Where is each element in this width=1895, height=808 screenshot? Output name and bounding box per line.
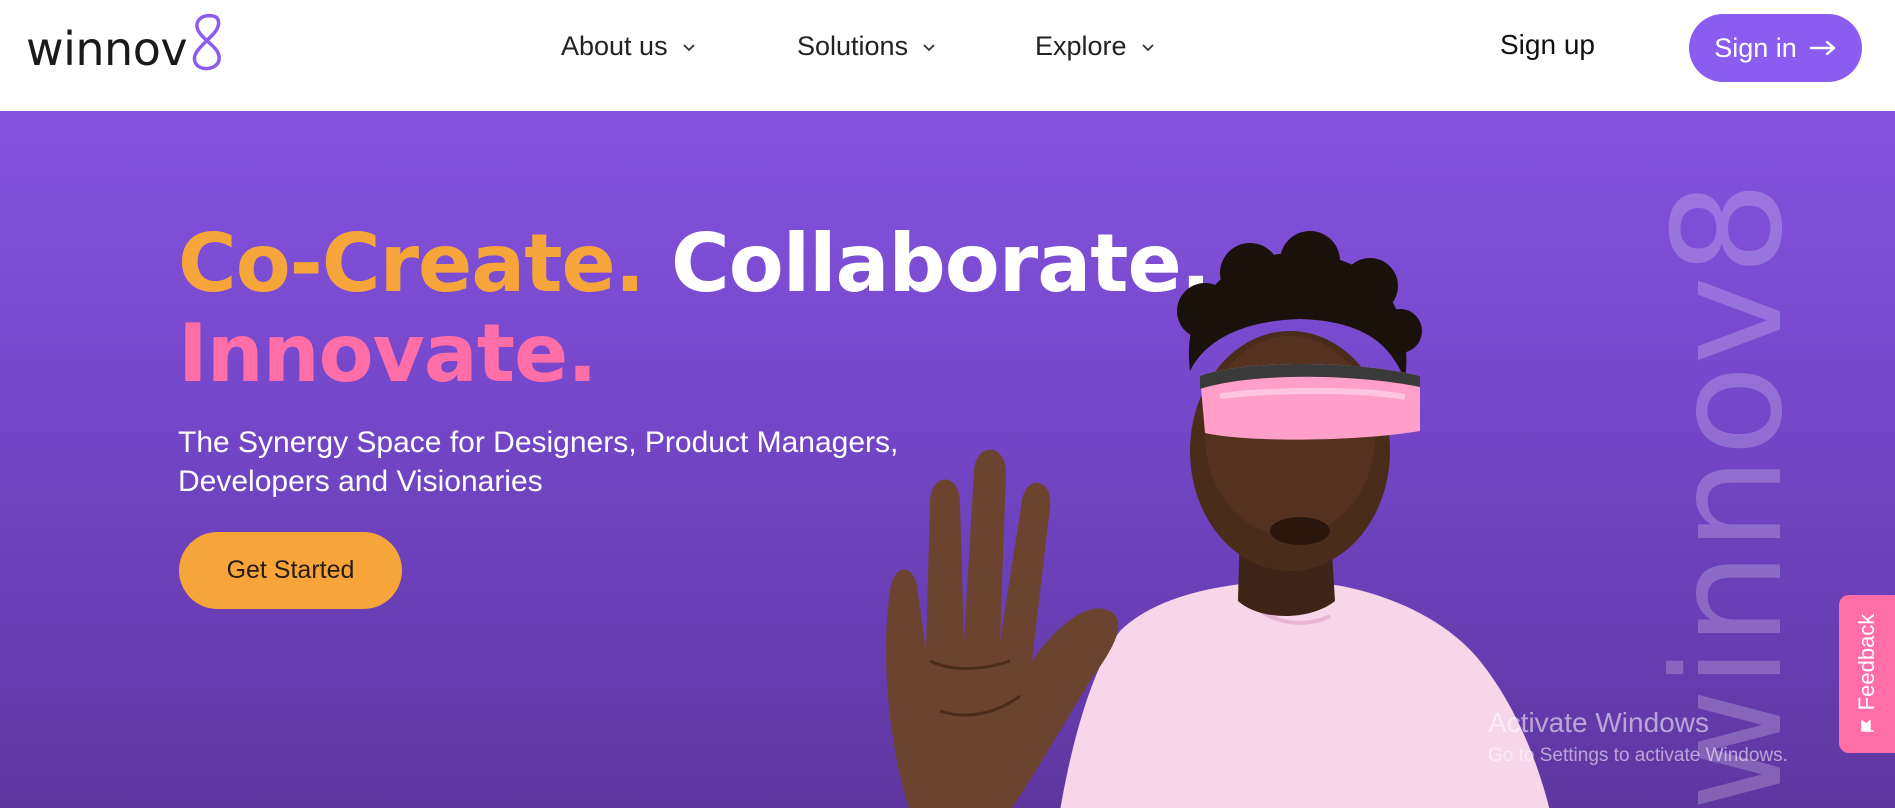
- hero-section: winnov8 Co-Create. Collaborate. Innovate…: [0, 111, 1895, 808]
- arrow-right-icon: [1809, 40, 1835, 56]
- flag-icon: [1861, 719, 1874, 733]
- nav-about-us-label: About us: [561, 31, 668, 61]
- nav-explore-label: Explore: [1035, 31, 1127, 61]
- hero-subtitle: The Synergy Space for Designers, Product…: [178, 423, 938, 501]
- logo-text: winnov: [26, 22, 188, 76]
- activate-windows-subtitle: Go to Settings to activate Windows.: [1488, 745, 1788, 766]
- brand-watermark: winnov8: [1642, 181, 1800, 808]
- sign-in-label: Sign in: [1714, 32, 1797, 63]
- logo[interactable]: winnov: [26, 13, 229, 84]
- site-header: winnov About us Solutions Explore Sign u…: [0, 0, 1895, 111]
- sign-up-link[interactable]: Sign up: [1500, 29, 1595, 61]
- feedback-label: Feedback: [1854, 613, 1879, 711]
- sign-in-button[interactable]: Sign in: [1689, 14, 1862, 82]
- nav-explore[interactable]: Explore: [1035, 31, 1155, 62]
- nav-about-us[interactable]: About us: [561, 31, 696, 62]
- nav-solutions[interactable]: Solutions: [797, 31, 936, 62]
- subtitle-line-1: The Synergy Space for Designers, Product…: [178, 426, 899, 459]
- get-started-button[interactable]: Get Started: [179, 532, 402, 609]
- windows-activation-notice: Activate Windows Go to Settings to activ…: [1488, 707, 1788, 767]
- activate-windows-title: Activate Windows: [1488, 707, 1709, 738]
- headline-innovate: Innovate.: [178, 307, 598, 400]
- feedback-label-wrap: Feedback: [1839, 595, 1895, 753]
- nav-solutions-label: Solutions: [797, 31, 909, 61]
- subtitle-line-2: Developers and Visionaries: [178, 465, 543, 498]
- headline-co-create: Co-Create.: [178, 217, 645, 310]
- chevron-down-icon: [1141, 43, 1154, 51]
- chevron-down-icon: [923, 43, 935, 51]
- logo-eight-icon: [192, 13, 221, 71]
- chevron-down-icon: [682, 43, 695, 51]
- feedback-tab[interactable]: Feedback: [1839, 595, 1895, 753]
